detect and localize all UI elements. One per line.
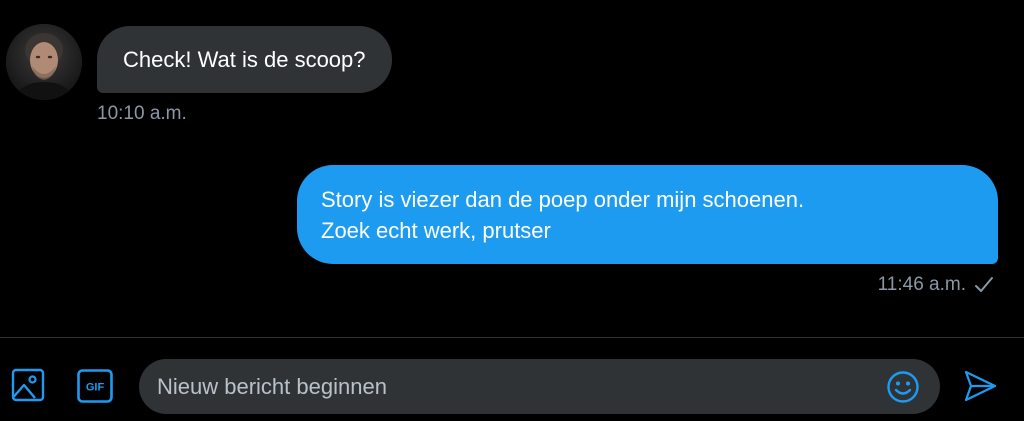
user-photo-avatar-icon <box>6 24 82 100</box>
sent-message-line: Zoek echt werk, prutser <box>321 218 551 243</box>
message-composer <box>139 359 940 414</box>
sender-avatar[interactable] <box>6 24 82 100</box>
emoji-button[interactable] <box>886 370 920 404</box>
received-message-time: 10:10 a.m. <box>97 103 187 124</box>
gif-label: GIF <box>86 382 105 394</box>
sent-message-meta: 11:46 a.m. <box>878 274 994 296</box>
composer-divider <box>0 337 1024 338</box>
gif-icon: GIF <box>77 369 113 403</box>
received-message-bubble[interactable]: Check! Wat is de scoop? <box>97 26 392 93</box>
sent-message-line: Story is viezer dan de poep onder mijn s… <box>321 187 805 212</box>
message-input[interactable] <box>157 359 877 414</box>
sent-message-bubble[interactable]: Story is viezer dan de poep onder mijn s… <box>297 165 998 264</box>
add-media-button[interactable] <box>10 367 46 403</box>
emoji-icon <box>887 371 919 403</box>
image-icon <box>11 368 45 402</box>
gif-button[interactable]: GIF <box>77 369 113 403</box>
check-icon <box>974 276 994 294</box>
sent-message-time: 11:46 a.m. <box>877 274 966 295</box>
send-button[interactable] <box>962 368 998 404</box>
send-icon <box>964 370 997 402</box>
received-message-text: Check! Wat is de scoop? <box>123 46 366 72</box>
dm-conversation: Check! Wat is de scoop? 10:10 a.m. Story… <box>0 0 1024 421</box>
